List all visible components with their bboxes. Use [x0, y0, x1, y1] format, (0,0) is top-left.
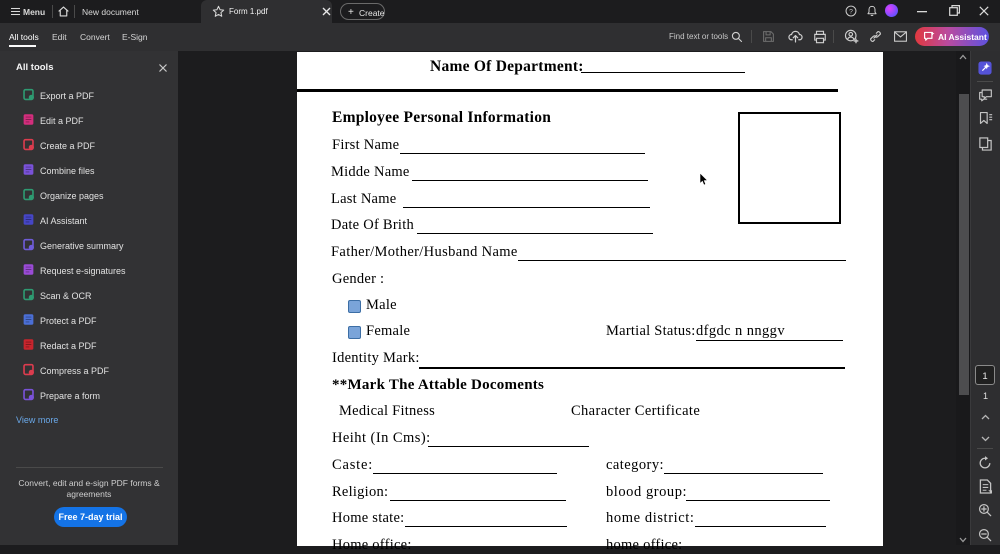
svg-text:?: ?	[849, 8, 853, 15]
